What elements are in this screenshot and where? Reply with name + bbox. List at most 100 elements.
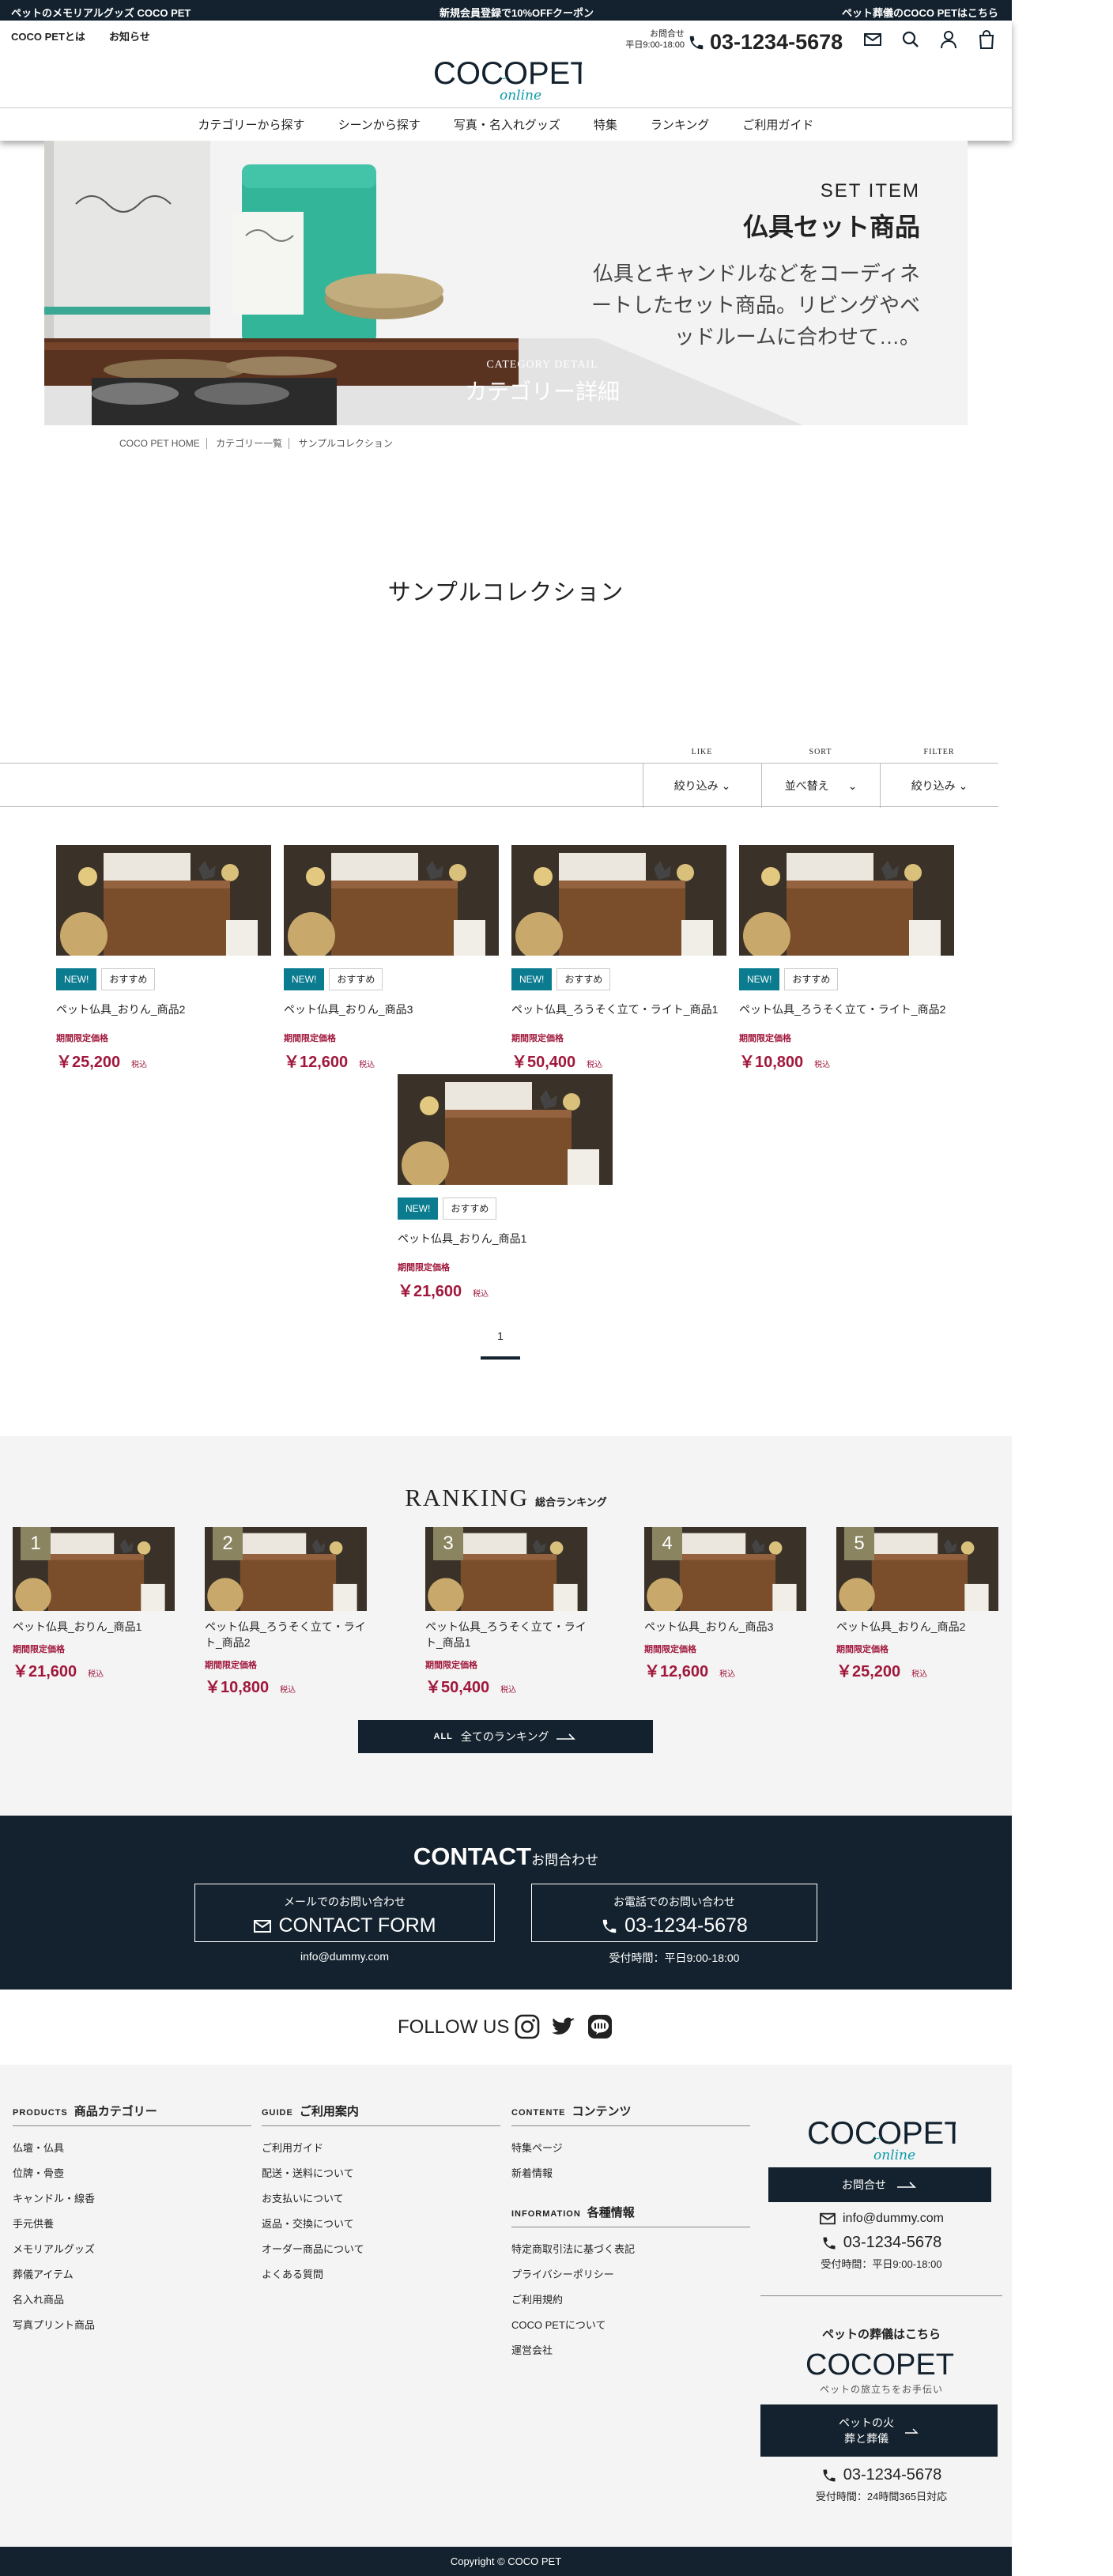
- footer-link[interactable]: 位牌・骨壺: [13, 2161, 251, 2186]
- footer-link[interactable]: 仏壇・仏具: [13, 2136, 251, 2161]
- product-image[interactable]: [739, 845, 954, 956]
- footer-link[interactable]: 手元供養: [13, 2212, 251, 2237]
- topbar-funeral-link[interactable]: ペット葬儀のCOCO PETはこちら: [842, 5, 998, 20]
- footer-guide-en: GUIDE: [262, 2108, 293, 2118]
- ranking-image[interactable]: 4: [644, 1527, 806, 1611]
- breadcrumb-category-list[interactable]: カテゴリー一覧: [209, 438, 290, 449]
- footer-link[interactable]: オーダー商品について: [262, 2237, 500, 2262]
- nav-item-guide[interactable]: ご利用ガイド: [742, 116, 813, 133]
- footer-link[interactable]: 新着情報: [511, 2161, 750, 2186]
- footer-link[interactable]: キャンドル・線香: [13, 2186, 251, 2212]
- footer-link[interactable]: メモリアルグッズ: [13, 2237, 251, 2262]
- footer-link[interactable]: 葬儀アイテム: [13, 2262, 251, 2287]
- footer-link[interactable]: プライバシーポリシー: [511, 2262, 750, 2287]
- product-name[interactable]: ペット仏具_おりん_商品1: [398, 1231, 613, 1247]
- footer-phone[interactable]: 03-1234-5678: [760, 2234, 1002, 2252]
- header-phone[interactable]: 03-1234-5678: [688, 30, 843, 55]
- funeral-hours: 受付時間：24時間365日対応: [815, 2491, 948, 2502]
- ranking-item[interactable]: 1 ペット仏具_おりん_商品1 期間限定価格 ￥21,600 税込: [13, 1527, 175, 1681]
- footer-link[interactable]: 配送・送料について: [262, 2161, 500, 2186]
- site-logo[interactable]: COCOPET online: [430, 52, 590, 104]
- product-name[interactable]: ペット仏具_おりん_商品2: [56, 1001, 271, 1017]
- header-link-about[interactable]: COCO PETとは: [11, 28, 85, 43]
- product-image[interactable]: [284, 845, 499, 956]
- contact-phone-button[interactable]: お電話でのお問い合わせ 03-1234-5678: [531, 1884, 817, 1942]
- footer-products: PRODUCTS 商品カテゴリー 仏壇・仏具 位牌・骨壺 キャンドル・線香 手元供養 メモ…: [13, 2103, 251, 2338]
- footer-link[interactable]: お支払いについて: [262, 2186, 500, 2212]
- ranking-item[interactable]: 5 ペット仏具_おりん_商品2 期間限定価格 ￥25,200 税込: [836, 1527, 998, 1681]
- cart-icon[interactable]: [975, 28, 998, 51]
- product-card[interactable]: NEW! おすすめ ペット仏具_ろうそく立て・ライト_商品2 期間限定価格 ￥10,80…: [739, 845, 954, 1072]
- ranking-item[interactable]: 3 ペット仏具_ろうそく立て・ライト_商品1 期間限定価格 ￥50,400 税込: [425, 1527, 587, 1697]
- nav-item-scene[interactable]: シーンから探す: [338, 116, 421, 133]
- footer-link[interactable]: ご利用規約: [511, 2287, 750, 2313]
- new-badge: NEW!: [739, 968, 780, 990]
- product-card[interactable]: NEW! おすすめ ペット仏具_おりん_商品1 期間限定価格 ￥21,600 税込: [398, 1074, 613, 1301]
- line-icon[interactable]: [587, 2013, 613, 2040]
- ranking-image[interactable]: 2: [205, 1527, 367, 1611]
- twitter-icon[interactable]: [550, 2013, 577, 2040]
- product-name[interactable]: ペット仏具_おりん_商品3: [284, 1001, 499, 1017]
- funeral-button[interactable]: ペットの火 葬と葬儀: [760, 2404, 998, 2457]
- filter-row: 絞り込み ⌄ 並べ替え ⌄ 絞り込み ⌄: [0, 763, 998, 808]
- user-icon[interactable]: [938, 28, 960, 51]
- ranking-image[interactable]: 1: [13, 1527, 175, 1611]
- product-name[interactable]: ペット仏具_ろうそく立て・ライト_商品2: [739, 1001, 954, 1017]
- footer-link[interactable]: 返品・交換について: [262, 2212, 500, 2237]
- search-icon[interactable]: [900, 28, 922, 51]
- footer-link[interactable]: 特集ページ: [511, 2136, 750, 2161]
- sort-dropdown[interactable]: 並べ替え ⌄: [761, 764, 880, 808]
- footer-link[interactable]: 名入れ商品: [13, 2287, 251, 2313]
- footer-link[interactable]: 特定商取引法に基づく表記: [511, 2237, 750, 2262]
- ranking-product-name[interactable]: ペット仏具_おりん_商品3: [644, 1619, 806, 1635]
- product-image[interactable]: [56, 845, 271, 956]
- footer-logo[interactable]: COCOPET online: [804, 2112, 964, 2163]
- contact-hours: 受付時間：平日9:00-18:00: [609, 1952, 740, 1964]
- footer-information-ja: 各種情報: [587, 2206, 635, 2220]
- ranking-product-name[interactable]: ペット仏具_ろうそく立て・ライト_商品2: [205, 1619, 367, 1650]
- product-card[interactable]: NEW! おすすめ ペット仏具_ろうそく立て・ライト_商品1 期間限定価格 ￥50,40…: [511, 845, 726, 1072]
- mail-icon[interactable]: [862, 28, 884, 51]
- ranking-section: RANKING 総合ランキング 1 ペット仏具_おりん_商品1 期間限定価格 ￥21,…: [0, 1436, 1012, 1816]
- breadcrumb-home[interactable]: COCO PET HOME: [119, 438, 207, 449]
- product-image[interactable]: [511, 845, 726, 956]
- nav-item-category[interactable]: カテゴリーから探す: [198, 116, 305, 133]
- product-image[interactable]: [398, 1074, 613, 1185]
- footer-link[interactable]: ご利用ガイド: [262, 2136, 500, 2161]
- nav-item-ranking[interactable]: ランキング: [651, 116, 710, 133]
- footer-contact-button[interactable]: お問合せ: [768, 2167, 991, 2202]
- nav-item-feature[interactable]: 特集: [594, 116, 617, 133]
- ranking-image[interactable]: 3: [425, 1527, 587, 1611]
- all-ranking-button[interactable]: ALL 全てのランキング: [358, 1720, 653, 1753]
- hero-title: 仏具セット商品: [742, 213, 920, 241]
- phone-icon: [823, 2469, 836, 2481]
- footer-link[interactable]: よくある質問: [262, 2262, 500, 2287]
- filter-like-dropdown[interactable]: 絞り込み ⌄: [643, 764, 761, 808]
- product-name[interactable]: ペット仏具_ろうそく立て・ライト_商品1: [511, 1001, 726, 1017]
- product-card[interactable]: NEW! おすすめ ペット仏具_おりん_商品3 期間限定価格 ￥12,600 税込: [284, 845, 499, 1072]
- ranking-item[interactable]: 2 ペット仏具_ろうそく立て・ライト_商品2 期間限定価格 ￥10,800 税込: [205, 1527, 367, 1697]
- product-tags: NEW! おすすめ: [56, 968, 271, 990]
- ranking-product-name[interactable]: ペット仏具_ろうそく立て・ライト_商品1: [425, 1619, 587, 1650]
- ranking-product-name[interactable]: ペット仏具_おりん_商品1: [13, 1619, 175, 1635]
- filter-dropdown[interactable]: 絞り込み ⌄: [880, 764, 998, 808]
- topbar-left-link[interactable]: ペットのメモリアルグッズ COCO PET: [11, 5, 191, 20]
- ranking-item[interactable]: 4 ペット仏具_おりん_商品3 期間限定価格 ￥12,600 税込: [644, 1527, 806, 1681]
- footer-link[interactable]: COCO PETについて: [511, 2313, 750, 2338]
- footer-link[interactable]: 運営会社: [511, 2338, 750, 2363]
- footer-email[interactable]: info@dummy.com: [760, 2212, 1002, 2226]
- footer-link[interactable]: 写真プリント商品: [13, 2313, 251, 2338]
- funeral-phone[interactable]: 03-1234-5678: [760, 2466, 1002, 2484]
- instagram-icon[interactable]: [514, 2013, 541, 2040]
- ranking-product-name[interactable]: ペット仏具_おりん_商品2: [836, 1619, 998, 1635]
- header-link-news[interactable]: お知らせ: [109, 28, 150, 43]
- product-card[interactable]: NEW! おすすめ ペット仏具_おりん_商品2 期間限定価格 ￥25,200 税込: [56, 845, 271, 1072]
- contact-email[interactable]: info@dummy.com: [194, 1950, 495, 1963]
- nav-item-photo-goods[interactable]: 写真・名入れグッズ: [454, 116, 560, 133]
- contact-mail-caption: メールでのお問い合わせ: [284, 1895, 406, 1908]
- contact-form-button[interactable]: メールでのお問い合わせ CONTACT FORM: [194, 1884, 495, 1942]
- page-number-current[interactable]: 1: [497, 1329, 504, 1342]
- topbar-campaign-link[interactable]: 新規会員登録で10%OFFクーポン: [440, 5, 594, 20]
- ranking-image[interactable]: 5: [836, 1527, 998, 1611]
- funeral-logo[interactable]: COCOPET: [802, 2346, 960, 2382]
